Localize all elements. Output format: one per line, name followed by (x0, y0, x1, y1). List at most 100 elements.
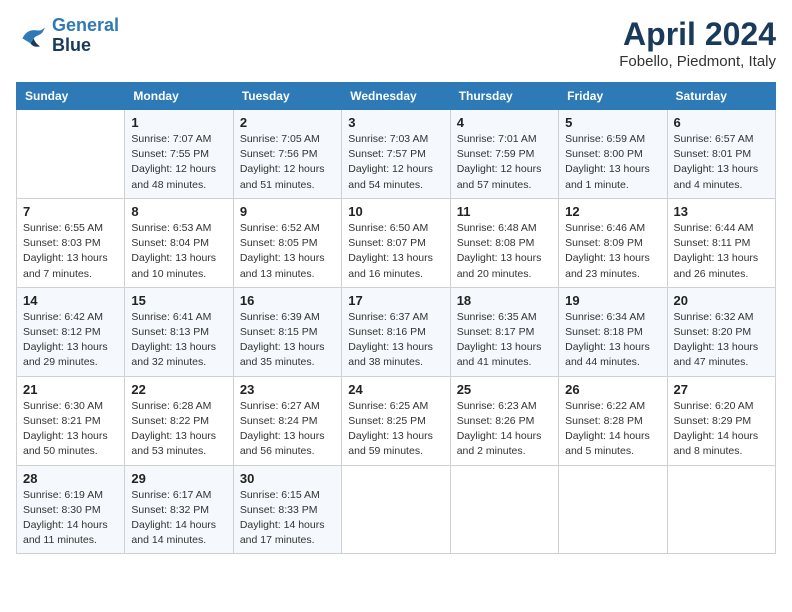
day-number: 10 (348, 204, 443, 219)
calendar-cell (559, 465, 667, 554)
day-info: Sunrise: 6:20 AM Sunset: 8:29 PM Dayligh… (674, 399, 769, 460)
calendar-cell: 22 Sunrise: 6:28 AM Sunset: 8:22 PM Dayli… (125, 376, 233, 465)
day-info: Sunrise: 6:39 AM Sunset: 8:15 PM Dayligh… (240, 310, 335, 371)
calendar-cell: 28 Sunrise: 6:19 AM Sunset: 8:30 PM Dayli… (17, 465, 125, 554)
calendar-cell: 6Sunrise: 6:57 AM Sunset: 8:01 PM Daylig… (667, 110, 775, 199)
calendar-cell (667, 465, 775, 554)
day-number: 18 (457, 293, 552, 308)
day-info: Sunrise: 6:42 AM Sunset: 8:12 PM Dayligh… (23, 310, 118, 371)
day-number: 9 (240, 204, 335, 219)
calendar-cell: 11Sunrise: 6:48 AM Sunset: 8:08 PM Dayli… (450, 198, 558, 287)
day-info: Sunrise: 6:30 AM Sunset: 8:21 PM Dayligh… (23, 399, 118, 460)
calendar-cell: 2 Sunrise: 7:05 AM Sunset: 7:56 PM Daylig… (233, 110, 341, 199)
day-info: Sunrise: 6:50 AM Sunset: 8:07 PM Dayligh… (348, 221, 443, 282)
day-number: 2 (240, 115, 335, 130)
day-info: Sunrise: 6:22 AM Sunset: 8:28 PM Dayligh… (565, 399, 660, 460)
header-thursday: Thursday (450, 83, 558, 110)
day-info: Sunrise: 6:44 AM Sunset: 8:11 PM Dayligh… (674, 221, 769, 282)
calendar-cell: 17 Sunrise: 6:37 AM Sunset: 8:16 PM Dayli… (342, 287, 450, 376)
header-sunday: Sunday (17, 83, 125, 110)
calendar-cell: 9Sunrise: 6:52 AM Sunset: 8:05 PM Daylig… (233, 198, 341, 287)
day-number: 11 (457, 204, 552, 219)
day-info: Sunrise: 6:53 AM Sunset: 8:04 PM Dayligh… (131, 221, 226, 282)
day-number: 16 (240, 293, 335, 308)
day-info: Sunrise: 6:37 AM Sunset: 8:16 PM Dayligh… (348, 310, 443, 371)
calendar-cell (17, 110, 125, 199)
day-info: Sunrise: 7:05 AM Sunset: 7:56 PM Dayligh… (240, 132, 335, 193)
day-number: 20 (674, 293, 769, 308)
day-number: 4 (457, 115, 552, 130)
week-row-3: 21Sunrise: 6:30 AM Sunset: 8:21 PM Dayli… (17, 376, 776, 465)
calendar-cell: 8 Sunrise: 6:53 AM Sunset: 8:04 PM Daylig… (125, 198, 233, 287)
calendar-cell: 26 Sunrise: 6:22 AM Sunset: 8:28 PM Dayli… (559, 376, 667, 465)
day-info: Sunrise: 6:17 AM Sunset: 8:32 PM Dayligh… (131, 488, 226, 549)
day-number: 30 (240, 471, 335, 486)
header-tuesday: Tuesday (233, 83, 341, 110)
day-info: Sunrise: 6:32 AM Sunset: 8:20 PM Dayligh… (674, 310, 769, 371)
header-row: SundayMondayTuesdayWednesdayThursdayFrid… (17, 83, 776, 110)
day-number: 17 (348, 293, 443, 308)
day-info: Sunrise: 6:41 AM Sunset: 8:13 PM Dayligh… (131, 310, 226, 371)
day-number: 23 (240, 382, 335, 397)
day-number: 3 (348, 115, 443, 130)
title-block: April 2024 Fobello, Piedmont, Italy (619, 16, 776, 70)
day-number: 6 (674, 115, 769, 130)
day-info: Sunrise: 6:46 AM Sunset: 8:09 PM Dayligh… (565, 221, 660, 282)
day-info: Sunrise: 6:19 AM Sunset: 8:30 PM Dayligh… (23, 488, 118, 549)
day-number: 28 (23, 471, 118, 486)
day-info: Sunrise: 6:55 AM Sunset: 8:03 PM Dayligh… (23, 221, 118, 282)
day-info: Sunrise: 6:35 AM Sunset: 8:17 PM Dayligh… (457, 310, 552, 371)
week-row-0: 1 Sunrise: 7:07 AM Sunset: 7:55 PM Daylig… (17, 110, 776, 199)
day-number: 24 (348, 382, 443, 397)
day-number: 8 (131, 204, 226, 219)
logo: General Blue (16, 16, 119, 56)
calendar-cell: 7Sunrise: 6:55 AM Sunset: 8:03 PM Daylig… (17, 198, 125, 287)
page-header: General Blue April 2024 Fobello, Piedmon… (16, 16, 776, 70)
day-number: 29 (131, 471, 226, 486)
day-info: Sunrise: 6:28 AM Sunset: 8:22 PM Dayligh… (131, 399, 226, 460)
day-info: Sunrise: 6:15 AM Sunset: 8:33 PM Dayligh… (240, 488, 335, 549)
calendar-cell (342, 465, 450, 554)
calendar-table: SundayMondayTuesdayWednesdayThursdayFrid… (16, 82, 776, 554)
day-number: 5 (565, 115, 660, 130)
day-number: 12 (565, 204, 660, 219)
day-number: 26 (565, 382, 660, 397)
calendar-header: SundayMondayTuesdayWednesdayThursdayFrid… (17, 83, 776, 110)
day-info: Sunrise: 6:23 AM Sunset: 8:26 PM Dayligh… (457, 399, 552, 460)
week-row-4: 28 Sunrise: 6:19 AM Sunset: 8:30 PM Dayli… (17, 465, 776, 554)
calendar-cell: 13Sunrise: 6:44 AM Sunset: 8:11 PM Dayli… (667, 198, 775, 287)
calendar-cell: 29 Sunrise: 6:17 AM Sunset: 8:32 PM Dayli… (125, 465, 233, 554)
day-info: Sunrise: 6:25 AM Sunset: 8:25 PM Dayligh… (348, 399, 443, 460)
calendar-cell: 15 Sunrise: 6:41 AM Sunset: 8:13 PM Dayli… (125, 287, 233, 376)
calendar-cell: 1 Sunrise: 7:07 AM Sunset: 7:55 PM Daylig… (125, 110, 233, 199)
day-number: 19 (565, 293, 660, 308)
calendar-cell: 24 Sunrise: 6:25 AM Sunset: 8:25 PM Dayli… (342, 376, 450, 465)
main-title: April 2024 (619, 16, 776, 53)
day-number: 14 (23, 293, 118, 308)
day-number: 22 (131, 382, 226, 397)
subtitle: Fobello, Piedmont, Italy (619, 53, 776, 70)
calendar-cell: 18 Sunrise: 6:35 AM Sunset: 8:17 PM Dayli… (450, 287, 558, 376)
calendar-cell: 14 Sunrise: 6:42 AM Sunset: 8:12 PM Dayli… (17, 287, 125, 376)
calendar-cell: 5 Sunrise: 6:59 AM Sunset: 8:00 PM Daylig… (559, 110, 667, 199)
header-monday: Monday (125, 83, 233, 110)
week-row-2: 14 Sunrise: 6:42 AM Sunset: 8:12 PM Dayli… (17, 287, 776, 376)
header-wednesday: Wednesday (342, 83, 450, 110)
calendar-cell: 10 Sunrise: 6:50 AM Sunset: 8:07 PM Dayli… (342, 198, 450, 287)
calendar-cell: 12 Sunrise: 6:46 AM Sunset: 8:09 PM Dayli… (559, 198, 667, 287)
week-row-1: 7Sunrise: 6:55 AM Sunset: 8:03 PM Daylig… (17, 198, 776, 287)
logo-text: General Blue (52, 16, 119, 56)
day-number: 27 (674, 382, 769, 397)
calendar-cell: 21Sunrise: 6:30 AM Sunset: 8:21 PM Dayli… (17, 376, 125, 465)
day-info: Sunrise: 7:01 AM Sunset: 7:59 PM Dayligh… (457, 132, 552, 193)
day-number: 15 (131, 293, 226, 308)
day-number: 1 (131, 115, 226, 130)
calendar-cell: 23Sunrise: 6:27 AM Sunset: 8:24 PM Dayli… (233, 376, 341, 465)
day-info: Sunrise: 7:07 AM Sunset: 7:55 PM Dayligh… (131, 132, 226, 193)
logo-icon (16, 22, 48, 50)
day-info: Sunrise: 6:34 AM Sunset: 8:18 PM Dayligh… (565, 310, 660, 371)
calendar-cell: 19 Sunrise: 6:34 AM Sunset: 8:18 PM Dayli… (559, 287, 667, 376)
day-info: Sunrise: 6:59 AM Sunset: 8:00 PM Dayligh… (565, 132, 660, 193)
calendar-cell: 16 Sunrise: 6:39 AM Sunset: 8:15 PM Dayli… (233, 287, 341, 376)
calendar-cell: 3Sunrise: 7:03 AM Sunset: 7:57 PM Daylig… (342, 110, 450, 199)
